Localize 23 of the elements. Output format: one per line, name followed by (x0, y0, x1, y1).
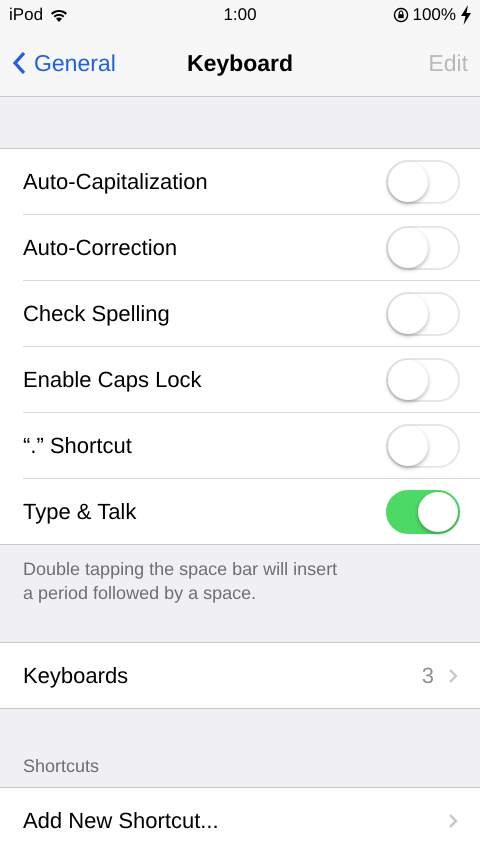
row-label: Enable Caps Lock (23, 366, 202, 392)
row-label: Type & Talk (23, 498, 136, 524)
row-value: 3 (422, 662, 434, 688)
section-footer: Double tapping the space bar will insert a period followed by a space. (0, 545, 366, 642)
back-button[interactable]: General (12, 50, 116, 76)
row-label: Auto-Capitalization (23, 168, 208, 194)
row-label: Keyboards (23, 662, 128, 688)
toggle-switch[interactable] (386, 490, 460, 534)
back-chevron-icon (12, 51, 26, 75)
rotation-lock-icon (392, 7, 409, 23)
wifi-icon (49, 8, 70, 22)
chevron-icon (448, 668, 458, 684)
row-label: Add New Shortcut... (23, 808, 219, 834)
screen-title: Keyboard (186, 50, 294, 76)
charging-bolt-icon (460, 5, 472, 25)
row-label: Auto-Correction (23, 234, 178, 260)
row-label: “.” Shortcut (23, 432, 132, 458)
chevron-icon (448, 812, 458, 828)
carrier-label: iPod (9, 5, 44, 25)
row-label: Check Spelling (23, 300, 170, 326)
section-header: Shortcuts (22, 755, 100, 778)
time-label: 1:00 (222, 5, 258, 25)
battery-percent: 100% (412, 5, 456, 25)
